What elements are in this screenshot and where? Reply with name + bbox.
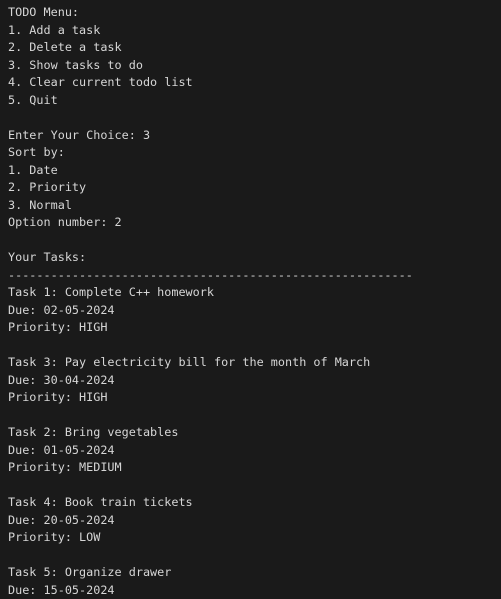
task-title: Task 2: Bring vegetables <box>8 425 179 439</box>
task-priority: Priority: HIGH <box>8 320 108 334</box>
sort-by-header: Sort by: <box>8 145 65 159</box>
menu-option-quit: 5. Quit <box>8 92 58 107</box>
task-priority: Priority: HIGH <box>8 390 108 404</box>
sort-option-date: 1. Date <box>8 162 58 177</box>
task-due: Due: 15-05-2024 <box>8 582 115 597</box>
task-title: Task 1: Complete C++ homework <box>8 285 214 299</box>
menu-option-add-task: 1. Add a task <box>8 22 101 37</box>
task-priority: Priority: MEDIUM <box>8 460 122 474</box>
sort-option-normal: 3. Normal <box>8 197 72 212</box>
task-title: Task 3: Pay electricity bill for the mon… <box>8 355 371 369</box>
task-due: Due: 02-05-2024 <box>8 302 115 317</box>
choice-prompt-line: Enter Your Choice: 3 <box>8 127 151 142</box>
task-priority: Priority: LOW <box>8 530 101 544</box>
menu-title: TODO Menu: <box>8 5 80 19</box>
task-title: Task 5: Organize drawer <box>8 565 172 579</box>
menu-option-delete-task: 2. Delete a task <box>8 40 122 54</box>
task-due: Due: 30-04-2024 <box>8 372 115 387</box>
task-title: Task 4: Book train tickets <box>8 495 193 509</box>
task-due: Due: 20-05-2024 <box>8 512 115 527</box>
task-due: Due: 01-05-2024 <box>8 442 115 457</box>
menu-option-clear-list: 4. Clear current todo list <box>8 75 193 89</box>
menu-option-show-tasks: 3. Show tasks to do <box>8 57 143 72</box>
separator-line: ----------------------------------------… <box>8 267 413 282</box>
tasks-header: Your Tasks: <box>8 250 87 264</box>
option-number-prompt-line: Option number: 2 <box>8 215 122 229</box>
sort-option-priority: 2. Priority <box>8 180 87 194</box>
terminal-console-output[interactable]: TODO Menu: 1. Add a task 2. Delete a tas… <box>0 0 501 599</box>
